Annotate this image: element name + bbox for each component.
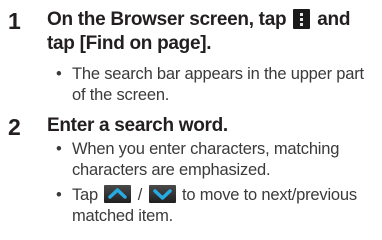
- step-title-part1: On the Browser screen, tap: [47, 9, 287, 30]
- bullet-text: The search bar appears in the upper part…: [72, 65, 364, 104]
- list-item: • When you enter characters, matching ch…: [56, 139, 374, 181]
- arrow-down-icon: [148, 185, 176, 203]
- separator: /: [137, 186, 143, 204]
- bullet-glyph: •: [56, 65, 62, 83]
- list-item: • The search bar appears in the upper pa…: [56, 64, 374, 106]
- step-title: Enter a search word.: [47, 115, 228, 136]
- bullet-glyph: •: [56, 186, 62, 204]
- step-title: On the Browser screen, tap and tap [Find…: [47, 8, 374, 56]
- arrow-up-icon: [104, 185, 132, 203]
- menu-icon: [293, 9, 311, 29]
- step-number: 2: [8, 114, 21, 140]
- step-number: 1: [8, 8, 21, 34]
- bullet-list: • When you enter characters, matching ch…: [56, 139, 374, 231]
- bullet-glyph: •: [56, 140, 62, 158]
- list-item: • Tap / to move to next/previous matched…: [56, 185, 374, 227]
- bullet-text-part1: Tap: [72, 186, 99, 204]
- bullet-text: When you enter characters, matching char…: [72, 140, 340, 179]
- bullet-list: • The search bar appears in the upper pa…: [56, 64, 374, 110]
